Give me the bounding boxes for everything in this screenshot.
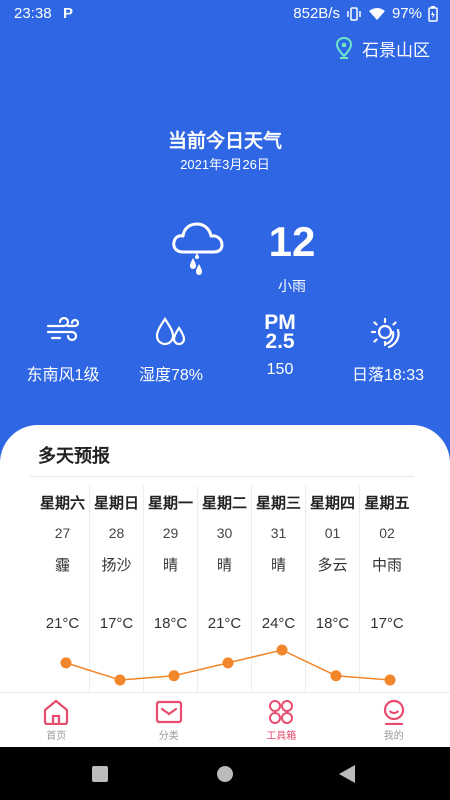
mail-icon bbox=[155, 700, 182, 724]
day-date: 29 bbox=[162, 525, 179, 541]
temperature-point bbox=[168, 670, 180, 682]
temperature-line-chart bbox=[60, 644, 396, 686]
battery-icon bbox=[428, 5, 438, 22]
home-icon bbox=[44, 699, 69, 725]
day-weekday: 星期一 bbox=[147, 495, 193, 512]
page-title: 当前今日天气 bbox=[167, 131, 282, 152]
temperature-point bbox=[384, 674, 396, 686]
sunset-label: 日落18:33 bbox=[351, 367, 425, 384]
day-temp: 21°C bbox=[207, 615, 242, 632]
humidity-label: 湿度78% bbox=[138, 367, 204, 384]
battery-percent: 97% bbox=[391, 5, 422, 22]
nav-mine[interactable]: 我的 bbox=[338, 693, 450, 748]
day-date: 28 bbox=[108, 525, 125, 541]
day-weekday: 星期日 bbox=[93, 495, 139, 512]
day-date: 27 bbox=[54, 525, 71, 541]
day-weather: 晴 bbox=[216, 557, 232, 574]
recents-button[interactable] bbox=[92, 766, 108, 782]
day-weather: 晴 bbox=[162, 557, 178, 574]
wind-icon bbox=[46, 317, 80, 342]
pm25-stat: PM 2.5 150 bbox=[225, 312, 335, 379]
current-temperature: 12 bbox=[268, 218, 316, 265]
wifi-icon bbox=[368, 7, 385, 20]
day-date: 01 bbox=[324, 525, 341, 541]
pm25-icon: PM 2.5 bbox=[225, 312, 335, 352]
nav-category[interactable]: 分类 bbox=[113, 693, 226, 748]
humidity-stat: 湿度78% bbox=[116, 312, 226, 385]
nav-toolbox-label: 工具箱 bbox=[266, 731, 297, 742]
home-button[interactable] bbox=[217, 766, 233, 782]
nav-category-label: 分类 bbox=[158, 731, 179, 742]
temperature-point bbox=[222, 657, 234, 669]
day-weather: 扬沙 bbox=[101, 557, 132, 574]
pm25-value: 150 bbox=[266, 361, 294, 378]
location-name: 石景山区 bbox=[362, 40, 430, 60]
bottom-navigation: 首页 分类 工具箱 我的 bbox=[0, 692, 450, 748]
day-weather: 晴 bbox=[270, 557, 286, 574]
day-temp: 17°C bbox=[370, 615, 404, 632]
day-weekday: 星期三 bbox=[255, 495, 301, 512]
toolbox-icon bbox=[269, 700, 294, 724]
day-date: 31 bbox=[270, 525, 287, 541]
location-pin-icon bbox=[336, 37, 352, 59]
status-bar: 23:38 P 852B/s 97% bbox=[0, 0, 450, 28]
nav-toolbox[interactable]: 工具箱 bbox=[225, 693, 338, 748]
status-time: 23:38 bbox=[14, 5, 52, 22]
sunset-icon bbox=[371, 317, 400, 348]
day-weather: 中雨 bbox=[371, 557, 402, 574]
day-weekday: 星期五 bbox=[364, 495, 410, 512]
day-weather: 霾 bbox=[54, 557, 70, 574]
status-right: 852B/s 97% bbox=[293, 5, 438, 22]
profile-icon bbox=[383, 699, 404, 725]
current-date: 2021年3月26日 bbox=[180, 157, 270, 172]
app-notification-icon: P bbox=[63, 5, 74, 22]
wind-stat: 东南风1级 bbox=[8, 312, 118, 385]
day-date: 02 bbox=[379, 525, 395, 541]
day-weekday: 星期二 bbox=[201, 495, 247, 512]
sunset-stat: 日落18:33 bbox=[333, 312, 443, 385]
cloud-rain-icon bbox=[172, 222, 224, 275]
day-temp: 21°C bbox=[45, 615, 80, 632]
back-button[interactable] bbox=[339, 765, 357, 783]
forecast-divider bbox=[30, 476, 414, 477]
network-speed: 852B/s bbox=[293, 5, 340, 22]
nav-home-label: 首页 bbox=[46, 731, 67, 742]
humidity-icon bbox=[155, 317, 186, 346]
temperature-point bbox=[114, 674, 126, 686]
system-navigation-bar bbox=[0, 747, 450, 800]
temperature-point bbox=[276, 644, 288, 656]
day-temp: 18°C bbox=[153, 615, 188, 632]
day-weather: 多云 bbox=[317, 557, 348, 574]
location-selector[interactable]: 石景山区 bbox=[336, 36, 430, 60]
forecast-title: 多天预报 bbox=[38, 446, 110, 466]
vibrate-icon bbox=[347, 6, 361, 21]
day-date: 30 bbox=[216, 525, 233, 541]
temperature-point bbox=[60, 657, 72, 669]
nav-mine-label: 我的 bbox=[383, 731, 404, 742]
day-temp: 18°C bbox=[315, 615, 350, 632]
nav-home[interactable]: 首页 bbox=[0, 693, 113, 748]
header-background bbox=[0, 0, 450, 470]
day-temp: 17°C bbox=[99, 615, 134, 632]
day-weekday: 星期四 bbox=[309, 495, 355, 512]
temperature-point bbox=[330, 670, 342, 682]
wind-label: 东南风1级 bbox=[26, 367, 100, 384]
day-weekday: 星期六 bbox=[39, 495, 85, 512]
day-temp: 24°C bbox=[261, 615, 296, 632]
current-condition: 小雨 bbox=[278, 278, 306, 294]
pm-label-bottom: 2.5 bbox=[265, 330, 295, 353]
